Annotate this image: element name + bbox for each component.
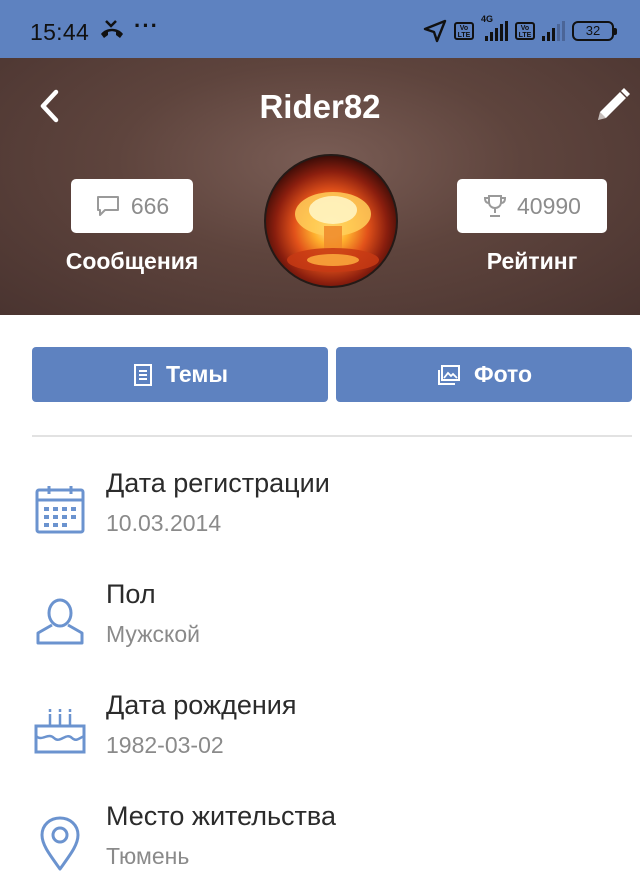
info-value: Мужской — [106, 621, 201, 647]
edit-pencil-icon[interactable] — [590, 84, 634, 128]
status-time: 15:44 — [30, 19, 90, 45]
info-title: Пол — [106, 579, 156, 609]
info-value: 10.03.2014 — [106, 510, 222, 536]
calendar-icon — [35, 486, 85, 534]
profile-username: Rider82 — [259, 88, 381, 125]
location-arrow-icon — [423, 19, 447, 43]
signal-icon-2 — [542, 21, 565, 41]
photo-gallery-icon — [437, 364, 460, 385]
divider — [32, 435, 632, 437]
messages-label: Сообщения — [65, 248, 199, 274]
photo-button-label: Фото — [473, 361, 533, 387]
birthday-cake-icon — [34, 709, 86, 754]
messages-stat[interactable]: 666 — [71, 179, 193, 233]
battery-icon: 32 — [572, 21, 617, 41]
signal-icon: 4G — [481, 14, 508, 41]
info-value: Тюмень — [106, 843, 190, 869]
profile-header: Rider82 666 Сообщения 40990 Рейтинг — [0, 58, 640, 315]
info-row-birthday: Дата рождения 1982-03-02 — [32, 690, 632, 780]
more-notifications-icon: ··· — [134, 13, 159, 38]
rating-label: Рейтинг — [486, 248, 578, 274]
info-title: Место жительства — [106, 801, 336, 831]
photo-button[interactable]: Фото — [336, 347, 632, 402]
topics-button-label: Темы — [165, 361, 229, 387]
avatar — [264, 154, 398, 288]
rating-count: 40990 — [517, 192, 581, 219]
info-title: Дата регистрации — [106, 468, 330, 498]
info-title: Дата рождения — [106, 690, 297, 720]
comment-icon — [96, 196, 119, 216]
missed-call-icon — [101, 20, 123, 38]
topics-button[interactable]: Темы — [32, 347, 328, 402]
messages-count: 666 — [130, 192, 170, 219]
info-row-location: Место жительства Тюмень — [32, 801, 632, 883]
person-icon — [36, 598, 84, 645]
rating-stat[interactable]: 40990 — [457, 179, 607, 233]
volte-icon-2: Vo LTE — [515, 22, 535, 40]
location-pin-icon — [40, 816, 80, 871]
volte-icon: Vo LTE — [454, 22, 474, 40]
network-tag: 4G — [481, 14, 494, 24]
document-icon — [133, 363, 152, 386]
info-value: 1982-03-02 — [106, 732, 224, 758]
info-row-gender: Пол Мужской — [32, 579, 632, 669]
avatar-image — [287, 192, 379, 272]
trophy-icon — [484, 195, 507, 217]
status-bar: 15:44 ··· Vo LTE 4G Vo LTE 32 — [0, 0, 640, 58]
info-row-registration: Дата регистрации 10.03.2014 — [32, 468, 632, 558]
